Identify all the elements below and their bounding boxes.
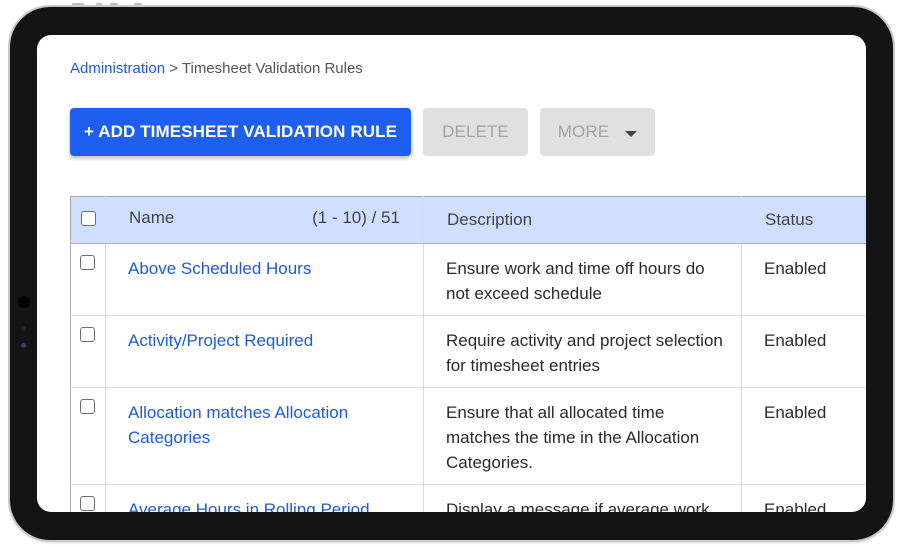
table-row: Allocation matches Allocation Categories… xyxy=(70,387,866,485)
table-row: Activity/Project Required Require activi… xyxy=(70,315,866,388)
row-checkbox[interactable] xyxy=(80,327,95,342)
delete-button-label: DELETE xyxy=(442,122,509,141)
light-sensor-icon xyxy=(21,343,26,348)
device-button xyxy=(110,3,118,6)
device-button xyxy=(134,3,142,6)
table-row: Above Scheduled Hours Ensure work and ti… xyxy=(70,243,866,316)
breadcrumb-separator: > xyxy=(165,60,182,77)
rule-name-cell: Average Hours in Rolling Period xyxy=(105,484,424,512)
table-header-row: Name (1 - 10) / 51 Description Status xyxy=(70,196,866,244)
delete-button[interactable]: DELETE xyxy=(423,108,528,156)
row-checkbox[interactable] xyxy=(80,399,95,414)
row-select-cell xyxy=(70,315,106,388)
rule-description: Ensure that all allocated time matches t… xyxy=(423,387,742,485)
row-checkbox[interactable] xyxy=(80,496,95,511)
breadcrumb: Administration > Timesheet Validation Ru… xyxy=(70,60,363,77)
row-select-cell xyxy=(70,484,106,512)
camera-icon xyxy=(18,296,30,308)
rule-name-link[interactable]: Above Scheduled Hours xyxy=(128,259,311,278)
caret-down-icon xyxy=(625,130,638,137)
row-checkbox[interactable] xyxy=(80,255,95,270)
rule-status: Enabled xyxy=(741,387,866,485)
rule-status: Enabled xyxy=(741,243,866,316)
header-select-all-cell xyxy=(70,196,106,244)
add-button-label: + ADD TIMESHEET VALIDATION RULE xyxy=(83,122,398,141)
breadcrumb-current: Timesheet Validation Rules xyxy=(181,60,363,77)
pagination-count: (1 - 10) / 51 xyxy=(312,208,400,227)
header-name[interactable]: Name (1 - 10) / 51 xyxy=(105,196,424,244)
row-select-cell xyxy=(70,387,106,485)
header-status[interactable]: Status xyxy=(741,196,866,244)
name-column-label: Name xyxy=(129,208,175,227)
breadcrumb-link-administration[interactable]: Administration xyxy=(70,60,165,77)
rule-name-cell: Above Scheduled Hours xyxy=(105,243,424,316)
app-screen: Administration > Timesheet Validation Ru… xyxy=(37,35,866,512)
device-button xyxy=(96,3,102,6)
rule-name-cell: Activity/Project Required xyxy=(105,315,424,388)
rule-description: Require activity and project selec­tion … xyxy=(423,315,742,388)
add-timesheet-validation-rule-button[interactable]: + ADD TIMESHEET VALIDATION RULE xyxy=(70,108,411,156)
rule-name-link[interactable]: Average Hours in Rolling Period xyxy=(128,500,370,512)
validation-rules-table: Name (1 - 10) / 51 Description Status Ab… xyxy=(70,196,866,512)
sensor-icon xyxy=(21,326,26,331)
rule-name-link[interactable]: Allocation matches Allocation Categories xyxy=(128,403,348,447)
rule-name-link[interactable]: Activity/Project Required xyxy=(128,331,313,350)
header-description[interactable]: Description xyxy=(423,196,742,244)
row-select-cell xyxy=(70,243,106,316)
table-row: Average Hours in Rolling Period Display … xyxy=(70,484,866,512)
device-button xyxy=(72,3,84,6)
rule-status: Enabled xyxy=(741,484,866,512)
rule-description: Ensure work and time off hours do not ex… xyxy=(423,243,742,316)
select-all-checkbox[interactable] xyxy=(81,211,96,226)
more-dropdown-button[interactable]: MORE xyxy=(540,108,655,156)
rule-status: Enabled xyxy=(741,315,866,388)
more-button-label: MORE xyxy=(557,122,610,141)
rule-name-cell: Allocation matches Allocation Categories xyxy=(105,387,424,485)
rule-description: Display a message if average work xyxy=(423,484,742,512)
